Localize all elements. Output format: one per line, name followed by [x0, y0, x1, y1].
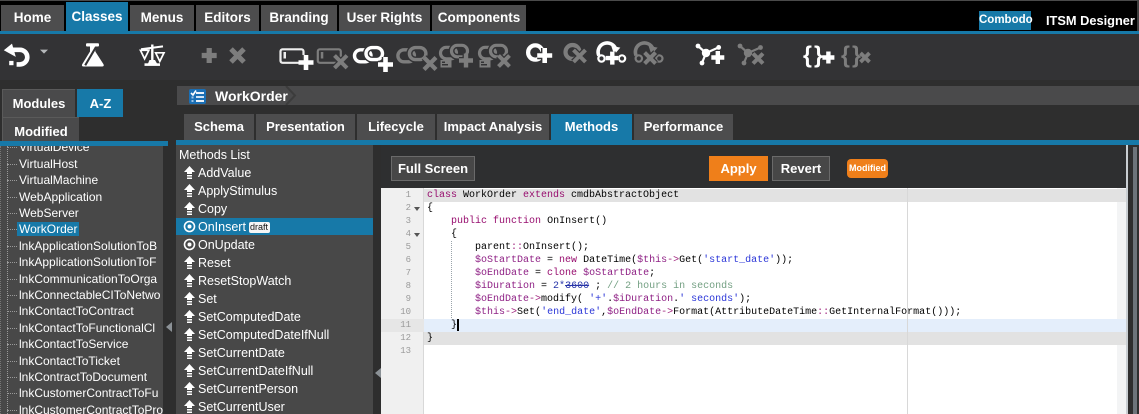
- svg-text:{}: {}: [803, 42, 825, 68]
